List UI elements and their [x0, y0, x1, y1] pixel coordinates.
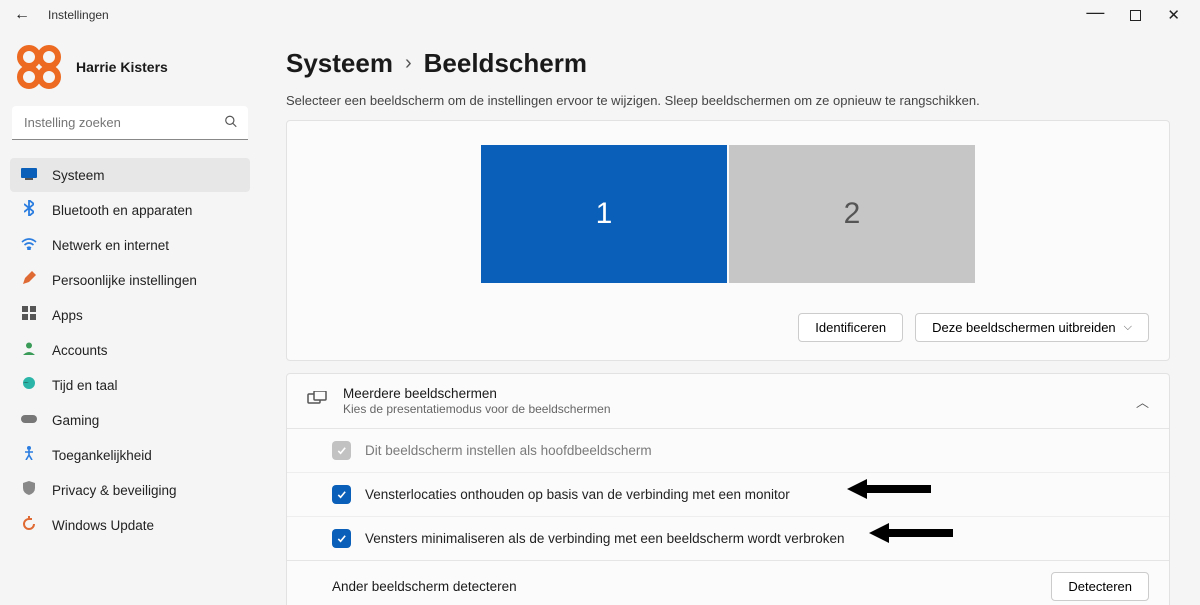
breadcrumb: Systeem › Beeldscherm	[286, 48, 1170, 79]
checkbox-remember-locations[interactable]	[332, 485, 351, 504]
annotation-arrow	[847, 477, 931, 501]
update-icon	[20, 516, 38, 534]
close-button[interactable]: ✕	[1167, 8, 1180, 23]
identify-button[interactable]: Identificeren	[798, 313, 903, 342]
nav-item-toegankelijkheid[interactable]: Toegankelijkheid	[10, 438, 250, 472]
privacy-icon	[20, 481, 38, 499]
accessibility-icon	[20, 446, 38, 464]
nav-item-update[interactable]: Windows Update	[10, 508, 250, 542]
avatar[interactable]	[16, 44, 62, 90]
extend-displays-dropdown[interactable]: Deze beeldschermen uitbreiden ⌵	[915, 313, 1149, 342]
minimize-button[interactable]: —	[1086, 3, 1104, 21]
nav-item-apps[interactable]: Apps	[10, 298, 250, 332]
monitor-2[interactable]: 2	[729, 145, 975, 283]
option-main-display: Dit beeldscherm instellen als hoofdbeeld…	[365, 443, 652, 458]
gaming-icon	[20, 412, 38, 429]
system-icon	[20, 167, 38, 184]
displays-icon	[307, 391, 327, 412]
personalize-icon	[20, 270, 38, 290]
nav-item-label: Gaming	[52, 413, 99, 428]
chevron-right-icon: ›	[405, 52, 412, 75]
option-remember-locations: Vensterlocaties onthouden op basis van d…	[365, 487, 790, 502]
monitor-layout[interactable]: 1 2	[307, 145, 1149, 283]
monitor-1[interactable]: 1	[481, 145, 727, 283]
nav-item-persoonlijk[interactable]: Persoonlijke instellingen	[10, 263, 250, 297]
display-arrangement-panel: 1 2 Identificeren Deze beeldschermen uit…	[286, 120, 1170, 361]
user-name: Harrie Kisters	[76, 59, 168, 75]
detect-button[interactable]: Detecteren	[1051, 572, 1149, 601]
search-icon	[224, 115, 238, 132]
search-input[interactable]	[12, 106, 248, 140]
nav-item-systeem[interactable]: Systeem	[10, 158, 250, 192]
chevron-down-icon: ⌵	[1124, 321, 1132, 334]
checkbox-minimize-on-disconnect[interactable]	[332, 529, 351, 548]
window-title: Instellingen	[48, 8, 109, 22]
chevron-up-icon[interactable]: ︿	[1136, 392, 1149, 411]
breadcrumb-page: Beeldscherm	[424, 48, 587, 79]
nav-item-netwerk[interactable]: Netwerk en internet	[10, 228, 250, 262]
sidebar-nav: Systeem Bluetooth en apparaten Netwerk e…	[10, 158, 250, 542]
wifi-icon	[20, 237, 38, 254]
nav-item-privacy[interactable]: Privacy & beveiliging	[10, 473, 250, 507]
accounts-icon	[20, 341, 38, 359]
multiple-displays-group: Meerdere beeldschermen Kies de presentat…	[286, 373, 1170, 605]
page-subtitle: Selecteer een beeldscherm om de instelli…	[286, 93, 1170, 108]
nav-item-label: Systeem	[52, 168, 105, 183]
time-icon	[20, 376, 38, 394]
nav-item-label: Apps	[52, 308, 83, 323]
detect-label: Detecteren	[1068, 579, 1132, 594]
nav-item-gaming[interactable]: Gaming	[10, 403, 250, 437]
nav-item-tijd[interactable]: Tijd en taal	[10, 368, 250, 402]
checkbox-main-display	[332, 441, 351, 460]
nav-item-label: Tijd en taal	[52, 378, 118, 393]
detect-other-display-label: Ander beeldscherm detecteren	[332, 579, 517, 594]
bluetooth-icon	[20, 200, 38, 220]
back-button[interactable]: ←	[14, 7, 30, 23]
multiple-displays-header[interactable]: Meerdere beeldschermen Kies de presentat…	[287, 374, 1169, 428]
nav-item-bluetooth[interactable]: Bluetooth en apparaten	[10, 193, 250, 227]
nav-item-label: Persoonlijke instellingen	[52, 273, 197, 288]
nav-item-label: Toegankelijkheid	[52, 448, 152, 463]
breadcrumb-parent[interactable]: Systeem	[286, 48, 393, 79]
group-title: Meerdere beeldschermen	[343, 386, 611, 401]
apps-icon	[20, 306, 38, 324]
annotation-arrow	[869, 521, 953, 545]
identify-label: Identificeren	[815, 320, 886, 335]
extend-label: Deze beeldschermen uitbreiden	[932, 320, 1116, 335]
nav-item-label: Accounts	[52, 343, 108, 358]
nav-item-label: Windows Update	[52, 518, 154, 533]
group-subtitle: Kies de presentatiemodus voor de beeldsc…	[343, 402, 611, 416]
maximize-button[interactable]	[1130, 10, 1141, 21]
nav-item-label: Bluetooth en apparaten	[52, 203, 192, 218]
nav-item-accounts[interactable]: Accounts	[10, 333, 250, 367]
option-minimize-on-disconnect: Vensters minimaliseren als de verbinding…	[365, 531, 845, 546]
nav-item-label: Privacy & beveiliging	[52, 483, 177, 498]
nav-item-label: Netwerk en internet	[52, 238, 169, 253]
